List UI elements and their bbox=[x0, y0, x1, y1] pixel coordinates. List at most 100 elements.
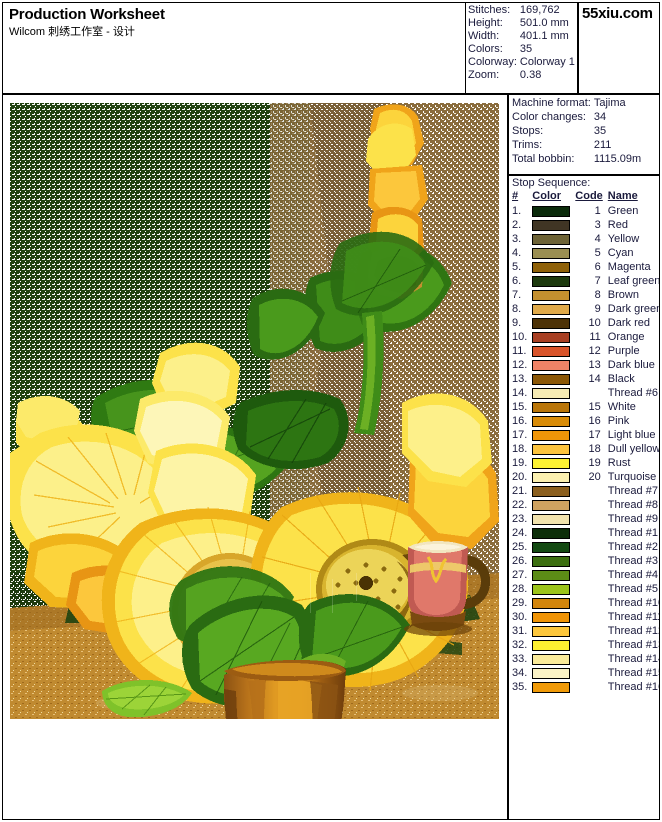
thread-color-swatch-cell[interactable] bbox=[529, 624, 572, 638]
table-row[interactable]: 10. 11 Orange bbox=[509, 330, 659, 344]
table-row[interactable]: 27. Thread #4 bbox=[509, 568, 659, 582]
thread-color-swatch-cell[interactable] bbox=[529, 666, 572, 680]
thread-color-swatch-cell[interactable] bbox=[529, 316, 572, 330]
table-row[interactable]: 35. Thread #16 bbox=[509, 680, 659, 694]
table-row[interactable]: 25. Thread #2 bbox=[509, 540, 659, 554]
thread-color-swatch-cell[interactable] bbox=[529, 610, 572, 624]
table-row[interactable]: 5. 6 Magenta bbox=[509, 260, 659, 274]
thread-color-swatch[interactable] bbox=[532, 541, 571, 553]
table-row[interactable]: 14. Thread #6 bbox=[509, 386, 659, 400]
thread-color-swatch-cell[interactable] bbox=[529, 470, 572, 484]
thread-color-swatch[interactable] bbox=[532, 401, 571, 413]
thread-color-swatch-cell[interactable] bbox=[529, 512, 572, 526]
thread-color-swatch[interactable] bbox=[532, 275, 571, 287]
thread-color-swatch[interactable] bbox=[532, 233, 571, 245]
thread-color-swatch-cell[interactable] bbox=[529, 246, 572, 260]
thread-color-swatch-cell[interactable] bbox=[529, 540, 572, 554]
thread-color-swatch-cell[interactable] bbox=[529, 260, 572, 274]
thread-color-swatch[interactable] bbox=[532, 681, 571, 693]
table-row[interactable]: 30. Thread #11 bbox=[509, 610, 659, 624]
thread-color-swatch[interactable] bbox=[532, 359, 571, 371]
thread-color-swatch-cell[interactable] bbox=[529, 596, 572, 610]
table-row[interactable]: 23. Thread #9 bbox=[509, 512, 659, 526]
thread-color-swatch-cell[interactable] bbox=[529, 526, 572, 540]
thread-color-swatch[interactable] bbox=[532, 387, 571, 399]
thread-color-swatch[interactable] bbox=[532, 667, 571, 679]
table-row[interactable]: 8. 9 Dark green bbox=[509, 302, 659, 316]
thread-color-swatch[interactable] bbox=[532, 527, 571, 539]
table-row[interactable]: 32. Thread #13 bbox=[509, 638, 659, 652]
table-row[interactable]: 22. Thread #8 bbox=[509, 498, 659, 512]
table-row[interactable]: 31. Thread #12 bbox=[509, 624, 659, 638]
thread-color-swatch-cell[interactable] bbox=[529, 442, 572, 456]
table-row[interactable]: 6. 7 Leaf green bbox=[509, 274, 659, 288]
thread-color-swatch[interactable] bbox=[532, 415, 571, 427]
table-row[interactable]: 34. Thread #15 bbox=[509, 666, 659, 680]
thread-color-swatch-cell[interactable] bbox=[529, 400, 572, 414]
table-row[interactable]: 26. Thread #3 bbox=[509, 554, 659, 568]
table-row[interactable]: 3. 4 Yellow bbox=[509, 232, 659, 246]
thread-color-swatch[interactable] bbox=[532, 303, 571, 315]
thread-color-swatch[interactable] bbox=[532, 219, 571, 231]
thread-color-swatch[interactable] bbox=[532, 247, 571, 259]
thread-color-swatch[interactable] bbox=[532, 611, 571, 623]
thread-color-swatch-cell[interactable] bbox=[529, 498, 572, 512]
thread-color-swatch[interactable] bbox=[532, 443, 571, 455]
thread-color-swatch-cell[interactable] bbox=[529, 372, 572, 386]
table-row[interactable]: 12. 13 Dark blue bbox=[509, 358, 659, 372]
thread-color-swatch-cell[interactable] bbox=[529, 358, 572, 372]
thread-color-swatch[interactable] bbox=[532, 555, 571, 567]
table-row[interactable]: 29. Thread #10 bbox=[509, 596, 659, 610]
thread-color-swatch[interactable] bbox=[532, 485, 571, 497]
thread-color-swatch-cell[interactable] bbox=[529, 204, 572, 218]
thread-color-swatch[interactable] bbox=[532, 345, 571, 357]
thread-color-swatch[interactable] bbox=[532, 289, 571, 301]
thread-color-swatch[interactable] bbox=[532, 653, 571, 665]
table-row[interactable]: 20. 20 Turquoise bbox=[509, 470, 659, 484]
table-row[interactable]: 28. Thread #5 bbox=[509, 582, 659, 596]
thread-color-swatch-cell[interactable] bbox=[529, 456, 572, 470]
thread-color-swatch-cell[interactable] bbox=[529, 680, 572, 694]
table-row[interactable]: 4. 5 Cyan bbox=[509, 246, 659, 260]
table-row[interactable]: 1. 1 Green bbox=[509, 204, 659, 218]
table-row[interactable]: 9. 10 Dark red bbox=[509, 316, 659, 330]
table-row[interactable]: 33. Thread #14 bbox=[509, 652, 659, 666]
table-row[interactable]: 7. 8 Brown bbox=[509, 288, 659, 302]
thread-color-swatch[interactable] bbox=[532, 457, 571, 469]
thread-color-swatch[interactable] bbox=[532, 429, 571, 441]
thread-color-swatch-cell[interactable] bbox=[529, 414, 572, 428]
thread-color-swatch[interactable] bbox=[532, 471, 571, 483]
table-row[interactable]: 13. 14 Black bbox=[509, 372, 659, 386]
thread-color-swatch[interactable] bbox=[532, 625, 571, 637]
thread-color-swatch-cell[interactable] bbox=[529, 386, 572, 400]
thread-color-swatch-cell[interactable] bbox=[529, 568, 572, 582]
table-row[interactable]: 21. Thread #7 bbox=[509, 484, 659, 498]
thread-color-swatch-cell[interactable] bbox=[529, 218, 572, 232]
table-row[interactable]: 24. Thread #1 bbox=[509, 526, 659, 540]
thread-color-swatch[interactable] bbox=[532, 513, 571, 525]
table-row[interactable]: 15. 15 White bbox=[509, 400, 659, 414]
thread-color-swatch[interactable] bbox=[532, 373, 571, 385]
thread-color-swatch-cell[interactable] bbox=[529, 638, 572, 652]
thread-color-swatch-cell[interactable] bbox=[529, 232, 572, 246]
thread-color-swatch[interactable] bbox=[532, 331, 571, 343]
thread-color-swatch[interactable] bbox=[532, 317, 571, 329]
table-row[interactable]: 18. 18 Dull yellow bbox=[509, 442, 659, 456]
thread-color-swatch-cell[interactable] bbox=[529, 652, 572, 666]
thread-color-swatch[interactable] bbox=[532, 569, 571, 581]
thread-color-swatch-cell[interactable] bbox=[529, 288, 572, 302]
thread-color-swatch-cell[interactable] bbox=[529, 554, 572, 568]
table-row[interactable]: 17. 17 Light blue bbox=[509, 428, 659, 442]
thread-color-swatch-cell[interactable] bbox=[529, 484, 572, 498]
thread-color-swatch[interactable] bbox=[532, 261, 571, 273]
table-row[interactable]: 2. 3 Red bbox=[509, 218, 659, 232]
table-row[interactable]: 11. 12 Purple bbox=[509, 344, 659, 358]
thread-color-swatch[interactable] bbox=[532, 639, 571, 651]
thread-color-swatch-cell[interactable] bbox=[529, 274, 572, 288]
thread-color-swatch[interactable] bbox=[532, 597, 571, 609]
thread-color-swatch-cell[interactable] bbox=[529, 428, 572, 442]
thread-color-swatch-cell[interactable] bbox=[529, 330, 572, 344]
thread-color-swatch[interactable] bbox=[532, 499, 571, 511]
thread-color-swatch-cell[interactable] bbox=[529, 582, 572, 596]
table-row[interactable]: 16. 16 Pink bbox=[509, 414, 659, 428]
